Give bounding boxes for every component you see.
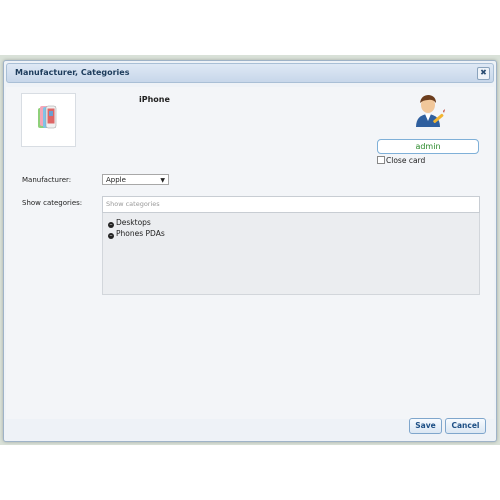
manufacturer-value: Apple [106, 176, 126, 184]
list-item[interactable]: – Phones PDAs [108, 229, 165, 239]
categories-label: Show categories: [22, 199, 83, 207]
close-card-checkbox[interactable]: Close card [377, 156, 425, 165]
category-label: Desktops [116, 218, 151, 227]
categories-list: – Desktops – Phones PDAs [102, 213, 480, 295]
manufacturer-label: Manufacturer: [22, 176, 72, 184]
manufacturer-categories-dialog: Manufacturer, Categories ✖ iPhone admin … [3, 60, 497, 442]
save-button[interactable]: Save [409, 418, 442, 434]
dialog-titlebar[interactable]: Manufacturer, Categories ✖ [6, 63, 494, 83]
remove-icon[interactable]: – [108, 233, 114, 239]
manufacturer-select[interactable]: Apple ▼ [102, 174, 169, 185]
dropdown-arrow-icon: ▼ [160, 177, 165, 184]
category-label: Phones PDAs [116, 229, 165, 238]
close-card-label: Close card [386, 156, 426, 165]
dialog-content: iPhone admin Close card Manufacturer: Ap… [6, 87, 494, 419]
checkbox-icon[interactable] [377, 156, 385, 164]
list-item[interactable]: – Desktops [108, 218, 151, 228]
product-name: iPhone [139, 95, 170, 104]
categories-search-input[interactable]: Show categories [102, 196, 480, 213]
close-icon[interactable]: ✖ [477, 67, 490, 80]
user-avatar-icon [410, 91, 446, 129]
dialog-title: Manufacturer, Categories [15, 68, 130, 77]
remove-icon[interactable]: – [108, 222, 114, 228]
cancel-button[interactable]: Cancel [445, 418, 486, 434]
product-image [21, 93, 76, 147]
username-field[interactable]: admin [377, 139, 479, 154]
